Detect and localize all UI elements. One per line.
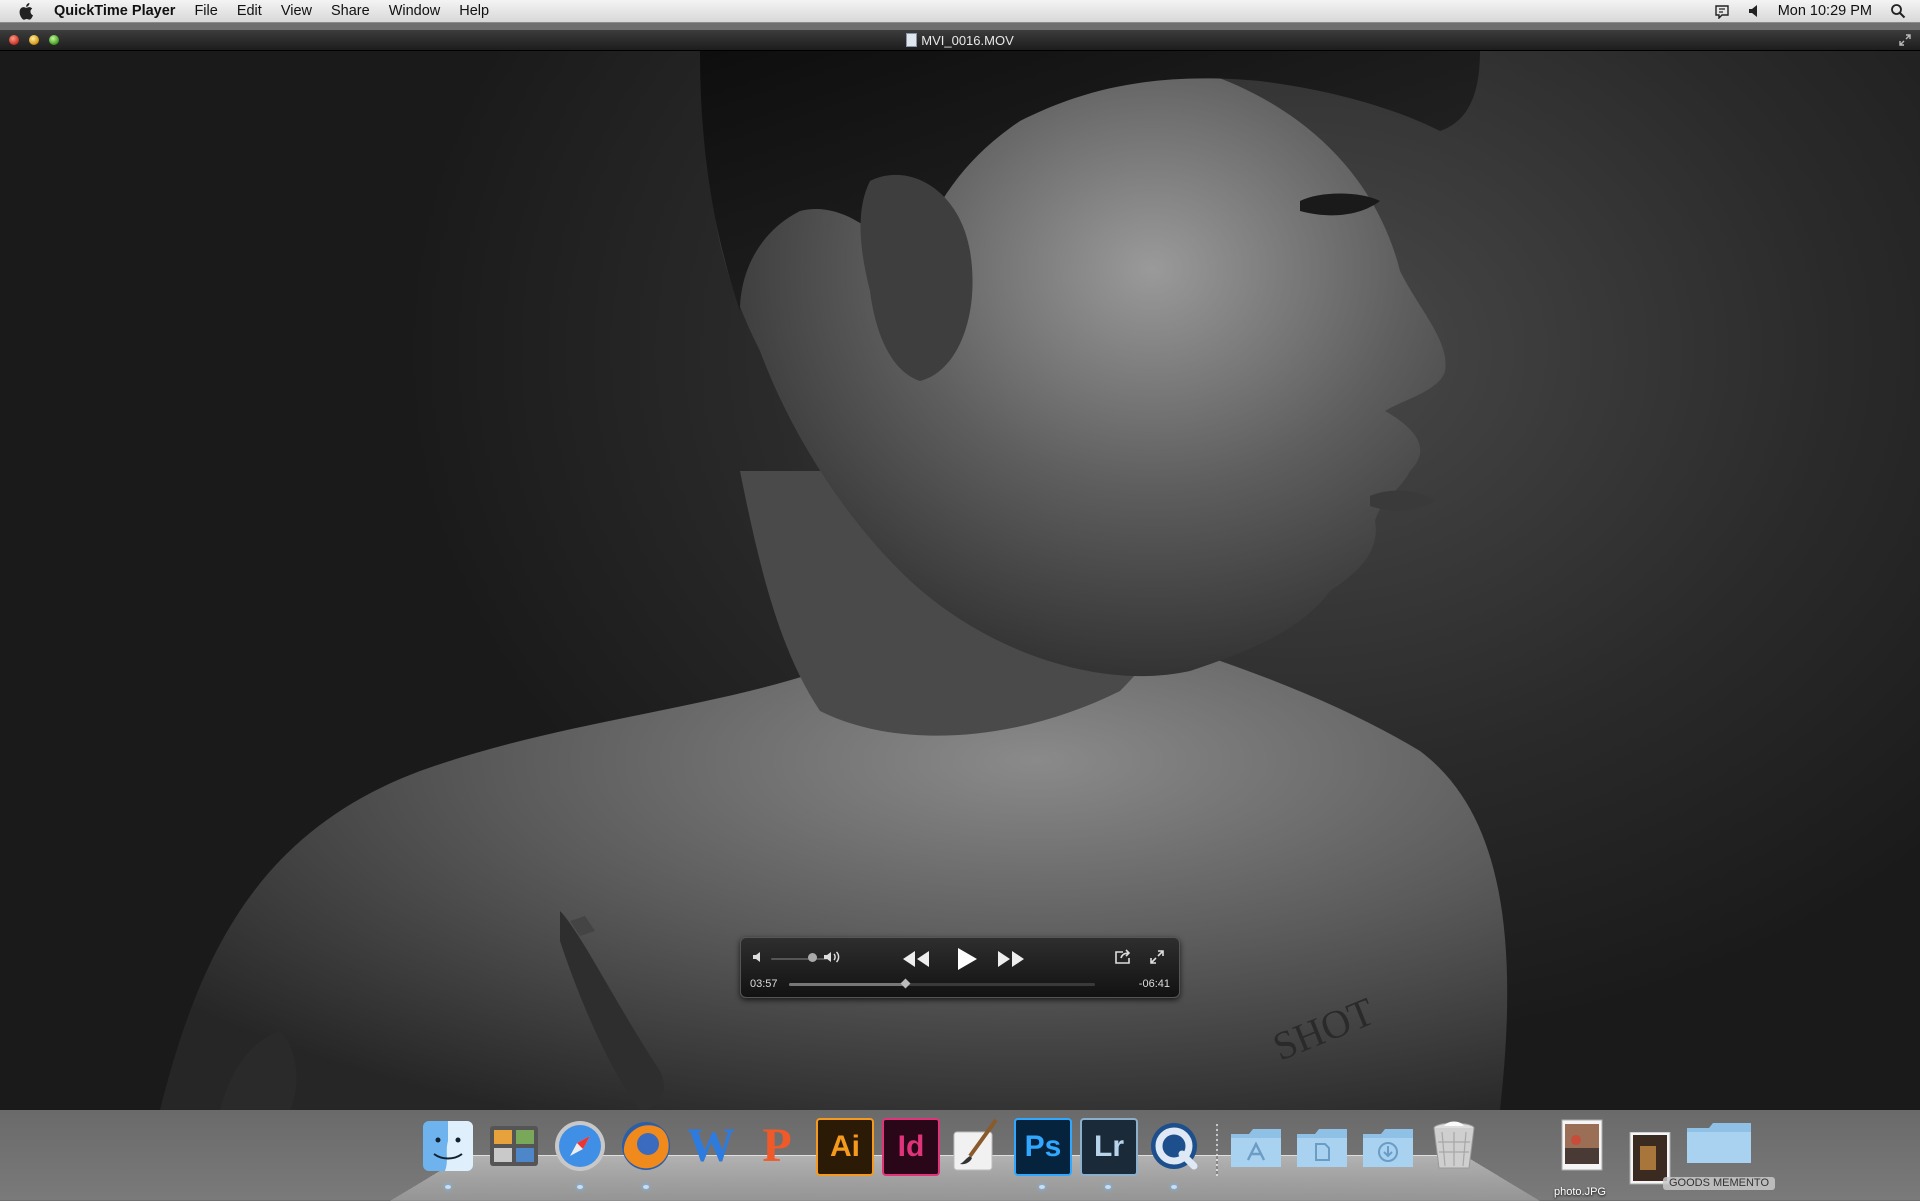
finder-icon <box>423 1121 473 1171</box>
quicktime-icon <box>1151 1123 1198 1170</box>
fast-forward-button[interactable] <box>996 950 1026 968</box>
photo-file-label: photo.JPG <box>1554 1186 1606 1198</box>
dock-item-downloads[interactable] <box>1360 1118 1416 1174</box>
volume-slider[interactable] <box>771 958 827 960</box>
dock-item-firefox[interactable] <box>618 1118 674 1189</box>
dock-item-indesign[interactable]: Id <box>882 1118 940 1176</box>
powerpoint-icon-letter: P <box>762 1118 792 1172</box>
word-icon-letter: W <box>687 1118 735 1172</box>
downloads-folder-icon <box>1363 1129 1413 1167</box>
menu-clock[interactable]: Mon 10:29 PM <box>1778 2 1872 20</box>
running-indicator <box>445 1185 451 1189</box>
notification-icon[interactable] <box>1714 3 1730 19</box>
scrubber-track[interactable] <box>789 978 1095 989</box>
dock-item-safari[interactable] <box>552 1118 608 1189</box>
indesign-icon: Id <box>882 1118 940 1176</box>
dock-item-quicktime[interactable] <box>1146 1118 1202 1189</box>
window-title: MVI_0016.MOV <box>0 33 1920 48</box>
menu-share[interactable]: Share <box>331 2 370 20</box>
dock: W P Ai Id Ps Lr photo.JPG GOODS MEMENTO <box>420 1118 1776 1198</box>
dock-item-photoshop[interactable]: Ps <box>1014 1118 1072 1189</box>
firefox-icon <box>622 1122 670 1170</box>
photoshop-icon: Ps <box>1014 1118 1072 1176</box>
powerpoint-icon: P <box>750 1118 804 1172</box>
running-indicator <box>1039 1185 1045 1189</box>
apple-menu-icon[interactable] <box>18 1 36 21</box>
menu-edit[interactable]: Edit <box>237 2 262 20</box>
dock-item-documents[interactable] <box>1294 1118 1350 1174</box>
dock-item-powerpoint[interactable]: P <box>750 1118 806 1174</box>
running-indicator <box>643 1185 649 1189</box>
volume-menu-icon[interactable] <box>1748 4 1760 18</box>
trash-icon <box>1433 1121 1475 1169</box>
dock-item-illustrator[interactable]: Ai <box>816 1118 874 1176</box>
photoshop-icon-letters: Ps <box>1024 1130 1062 1163</box>
running-indicator <box>1171 1185 1177 1189</box>
illustrator-icon-letters: Ai <box>830 1130 860 1163</box>
remaining-time: -06:41 <box>1138 978 1170 990</box>
lightroom-icon-letters: Lr <box>1094 1130 1124 1163</box>
running-indicator <box>1105 1185 1111 1189</box>
playback-controller[interactable]: 03:57 -06:41 <box>740 937 1180 998</box>
menu-app-name[interactable]: QuickTime Player <box>54 2 175 20</box>
dock-item-photo-file[interactable]: photo.JPG <box>1552 1118 1608 1198</box>
fullscreen-icon[interactable] <box>1149 949 1165 965</box>
movie-document-icon <box>906 33 918 47</box>
share-icon[interactable] <box>1114 949 1132 965</box>
word-icon: W <box>684 1118 738 1172</box>
window-title-text: MVI_0016.MOV <box>921 33 1014 48</box>
volume-low-icon[interactable] <box>752 950 764 964</box>
menu-bar: QuickTime Player File Edit View Share Wi… <box>0 0 1920 23</box>
dock-item-lightroom[interactable]: Lr <box>1080 1118 1138 1189</box>
dock-item-goods-memento[interactable]: GOODS MEMENTO <box>1662 1118 1776 1190</box>
play-button[interactable] <box>955 946 979 972</box>
dock-item-word[interactable]: W <box>684 1118 740 1174</box>
volume-high-icon[interactable] <box>823 949 841 965</box>
dock-item-photo-browser[interactable] <box>486 1118 542 1174</box>
menu-view[interactable]: View <box>281 2 312 20</box>
lightroom-icon: Lr <box>1080 1118 1138 1176</box>
menu-file[interactable]: File <box>194 2 217 20</box>
window-titlebar[interactable]: MVI_0016.MOV <box>0 30 1920 51</box>
scrubber-progress <box>789 983 906 986</box>
scrubber-playhead[interactable] <box>900 978 911 989</box>
goods-memento-label: GOODS MEMENTO <box>1662 1177 1776 1190</box>
indesign-icon-letters: Id <box>897 1130 925 1163</box>
rewind-button[interactable] <box>901 950 931 968</box>
photo-browser-icon <box>490 1126 538 1166</box>
brush-app-icon <box>953 1118 998 1171</box>
safari-icon <box>555 1121 605 1171</box>
dock-divider <box>1216 1124 1218 1176</box>
spotlight-search-icon[interactable] <box>1890 3 1906 19</box>
photo-thumbnail-icon <box>1561 1119 1603 1171</box>
dock-item-applications[interactable] <box>1228 1118 1284 1174</box>
illustrator-icon: Ai <box>816 1118 874 1176</box>
menu-help[interactable]: Help <box>459 2 489 20</box>
goods-memento-folder-icon <box>1687 1123 1751 1163</box>
dock-item-trash[interactable] <box>1426 1118 1482 1174</box>
running-indicator <box>577 1185 583 1189</box>
applications-folder-icon <box>1231 1129 1281 1167</box>
menu-window[interactable]: Window <box>389 2 441 20</box>
fullscreen-arrows-icon[interactable] <box>1898 33 1912 47</box>
elapsed-time: 03:57 <box>750 978 778 990</box>
documents-folder-icon <box>1297 1129 1347 1167</box>
volume-knob[interactable] <box>808 953 817 962</box>
dock-item-finder[interactable] <box>420 1118 476 1189</box>
dock-item-brush-app[interactable] <box>948 1118 1004 1174</box>
